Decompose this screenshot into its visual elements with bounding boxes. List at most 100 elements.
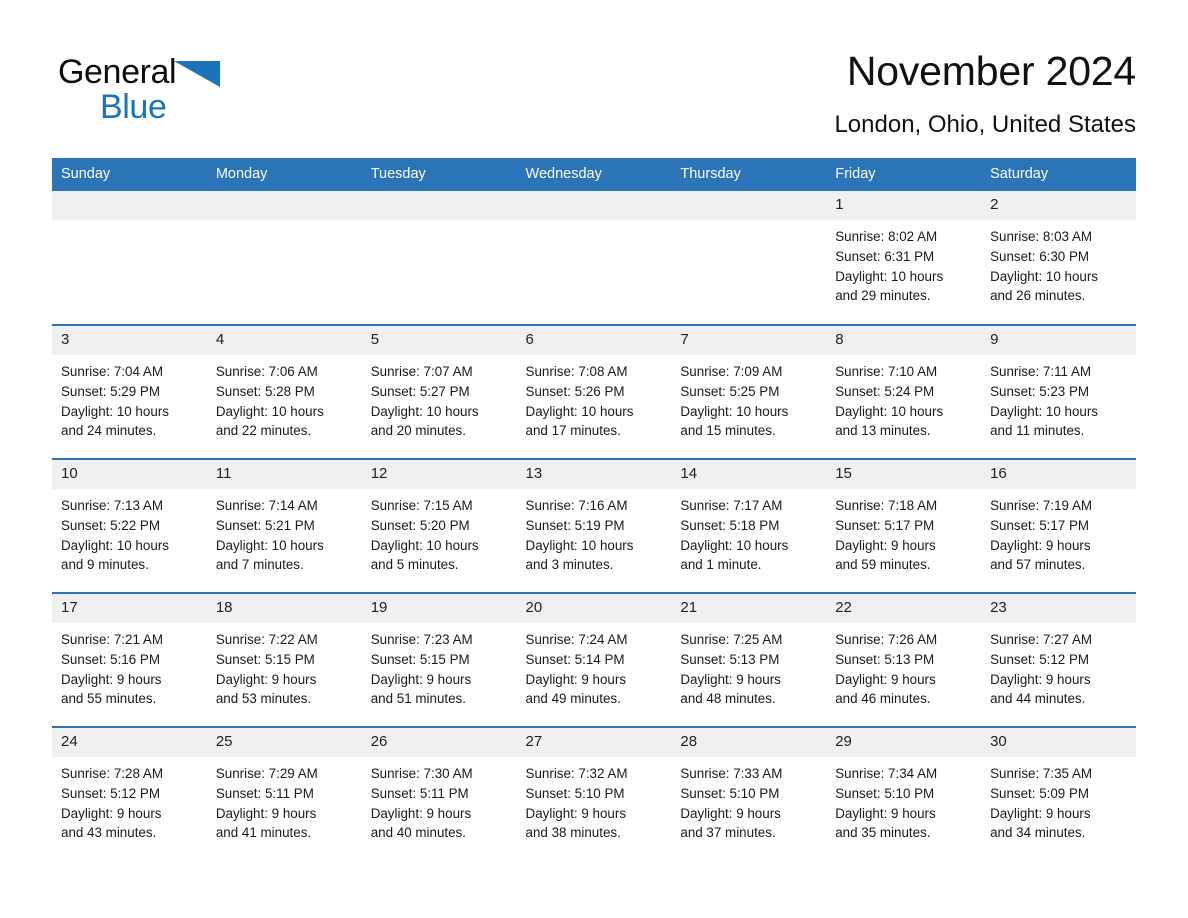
- calendar-day-cell[interactable]: 22 Sunrise: 7:26 AM Sunset: 5:13 PM Dayligh…: [826, 592, 982, 727]
- daylight-text: Daylight: 10 hours: [61, 403, 169, 419]
- day-details: Sunrise: 7:11 AM Sunset: 5:23 PM Daylight:…: [981, 355, 1136, 441]
- calendar-day-cell[interactable]: 15 Sunrise: 7:18 AM Sunset: 5:17 PM Dayligh…: [826, 458, 982, 593]
- day-details: Sunrise: 7:35 AM Sunset: 5:09 PM Daylight:…: [981, 757, 1136, 843]
- calendar-day-cell[interactable]: 6 Sunrise: 7:08 AM Sunset: 5:26 PM Daylight…: [516, 324, 672, 459]
- calendar-day-cell[interactable]: 4 Sunrise: 7:06 AM Sunset: 5:28 PM Daylight…: [206, 324, 362, 459]
- day-details: Sunrise: 7:27 AM Sunset: 5:12 PM Daylight:…: [981, 623, 1136, 709]
- calendar-day-cell[interactable]: 19 Sunrise: 7:23 AM Sunset: 5:15 PM Dayligh…: [361, 592, 517, 727]
- sunset-text: Sunset: 5:28 PM: [215, 383, 315, 399]
- day-number: 23: [981, 594, 1136, 623]
- sunrise-text: Sunrise: 7:30 AM: [370, 766, 473, 781]
- sunset-text: Sunset: 5:12 PM: [990, 651, 1090, 667]
- calendar-day-cell[interactable]: 8 Sunrise: 7:10 AM Sunset: 5:24 PM Daylight…: [826, 324, 982, 459]
- calendar-day-cell[interactable]: 3 Sunrise: 7:04 AM Sunset: 5:29 PM Daylight…: [52, 324, 207, 459]
- calendar-day-cell[interactable]: 20 Sunrise: 7:24 AM Sunset: 5:14 PM Dayligh…: [516, 592, 672, 727]
- calendar-day-cell[interactable]: 5 Sunrise: 7:07 AM Sunset: 5:27 PM Daylight…: [361, 324, 517, 459]
- daylight-text-cont: and 55 minutes.: [61, 691, 157, 707]
- daylight-text-cont: and 5 minutes.: [370, 557, 459, 573]
- day-details: Sunrise: 7:16 AM Sunset: 5:19 PM Daylight:…: [517, 489, 672, 575]
- day-number: 5: [361, 326, 517, 355]
- daylight-text-cont: and 48 minutes.: [680, 691, 776, 707]
- daylight-text-cont: and 7 minutes.: [215, 557, 304, 573]
- calendar-day-cell[interactable]: 25 Sunrise: 7:29 AM Sunset: 5:11 PM Dayligh…: [206, 726, 362, 861]
- page-header: General Blue November 2024 London, Ohio,…: [0, 0, 1188, 158]
- sunrise-text: Sunrise: 7:09 AM: [680, 364, 783, 379]
- sunrise-text: Sunrise: 7:04 AM: [61, 364, 163, 379]
- daylight-text-cont: and 37 minutes.: [680, 825, 776, 841]
- sunset-text: Sunset: 5:23 PM: [990, 383, 1090, 399]
- day-details: Sunrise: 7:33 AM Sunset: 5:10 PM Daylight:…: [671, 757, 826, 843]
- calendar-day-cell[interactable]: 28 Sunrise: 7:33 AM Sunset: 5:10 PM Dayligh…: [671, 726, 827, 861]
- daylight-text: Daylight: 10 hours: [215, 537, 324, 553]
- sunset-text: Sunset: 5:19 PM: [525, 517, 625, 533]
- daylight-text: Daylight: 10 hours: [525, 537, 634, 553]
- sunrise-text: Sunrise: 7:06 AM: [215, 364, 318, 379]
- calendar-day-cell[interactable]: 18 Sunrise: 7:22 AM Sunset: 5:15 PM Dayligh…: [206, 592, 362, 727]
- day-number: 9: [981, 326, 1136, 355]
- sunset-text: Sunset: 5:11 PM: [215, 785, 314, 801]
- daylight-text-cont: and 29 minutes.: [835, 288, 931, 304]
- daylight-text-cont: and 24 minutes.: [61, 423, 157, 439]
- calendar-day-cell[interactable]: 9 Sunrise: 7:11 AM Sunset: 5:23 PM Daylight…: [981, 324, 1136, 459]
- day-number: 8: [826, 326, 982, 355]
- day-details: Sunrise: 7:32 AM Sunset: 5:10 PM Daylight:…: [517, 757, 672, 843]
- daylight-text: Daylight: 9 hours: [370, 671, 472, 687]
- daylight-text: Daylight: 9 hours: [990, 805, 1091, 821]
- daylight-text: Daylight: 9 hours: [215, 671, 317, 687]
- weekday-header-monday: Monday: [206, 158, 362, 191]
- day-number: 16: [981, 460, 1136, 489]
- calendar-day-cell[interactable]: 30 Sunrise: 7:35 AM Sunset: 5:09 PM Dayligh…: [981, 726, 1136, 861]
- calendar-day-cell[interactable]: 29 Sunrise: 7:34 AM Sunset: 5:10 PM Dayligh…: [826, 726, 982, 861]
- calendar-week-row: 10 Sunrise: 7:13 AM Sunset: 5:22 PM Dayligh…: [52, 458, 1136, 593]
- calendar-day-cell[interactable]: 2 Sunrise: 8:03 AM Sunset: 6:30 PM Daylight…: [981, 191, 1136, 325]
- calendar-day-cell[interactable]: 24 Sunrise: 7:28 AM Sunset: 5:12 PM Dayligh…: [52, 726, 207, 861]
- calendar-day-cell[interactable]: 26 Sunrise: 7:30 AM Sunset: 5:11 PM Dayligh…: [361, 726, 517, 861]
- calendar-day-cell[interactable]: 10 Sunrise: 7:13 AM Sunset: 5:22 PM Dayligh…: [52, 458, 207, 593]
- day-details: Sunrise: 7:19 AM Sunset: 5:17 PM Daylight:…: [981, 489, 1136, 575]
- day-details: Sunrise: 7:21 AM Sunset: 5:16 PM Daylight:…: [52, 623, 207, 709]
- sunrise-text: Sunrise: 7:25 AM: [680, 632, 783, 647]
- calendar-day-cell-empty: [516, 191, 672, 325]
- calendar-day-cell[interactable]: 13 Sunrise: 7:16 AM Sunset: 5:19 PM Dayligh…: [516, 458, 672, 593]
- daylight-text: Daylight: 10 hours: [680, 537, 789, 553]
- sunset-text: Sunset: 5:26 PM: [525, 383, 625, 399]
- daylight-text: Daylight: 9 hours: [525, 805, 627, 821]
- daylight-text: Daylight: 9 hours: [835, 671, 936, 687]
- sunset-text: Sunset: 5:10 PM: [525, 785, 625, 801]
- calendar-container: Sunday Monday Tuesday Wednesday Thursday…: [52, 158, 1136, 861]
- day-details: Sunrise: 7:07 AM Sunset: 5:27 PM Daylight:…: [362, 355, 517, 441]
- day-details: Sunrise: 7:09 AM Sunset: 5:25 PM Daylight:…: [671, 355, 826, 441]
- calendar-day-cell[interactable]: 17 Sunrise: 7:21 AM Sunset: 5:16 PM Dayligh…: [52, 592, 207, 727]
- sunrise-text: Sunrise: 7:14 AM: [215, 498, 318, 513]
- calendar-day-cell[interactable]: 27 Sunrise: 7:32 AM Sunset: 5:10 PM Dayligh…: [516, 726, 672, 861]
- daylight-text: Daylight: 9 hours: [215, 805, 317, 821]
- calendar-day-cell[interactable]: 12 Sunrise: 7:15 AM Sunset: 5:20 PM Dayligh…: [361, 458, 517, 593]
- daylight-text: Daylight: 9 hours: [61, 671, 162, 687]
- daylight-text: Daylight: 10 hours: [835, 403, 944, 419]
- day-number: 27: [516, 728, 672, 757]
- brand-logo[interactable]: General Blue: [58, 44, 238, 124]
- daylight-text-cont: and 11 minutes.: [990, 423, 1085, 439]
- sunset-text: Sunset: 5:20 PM: [370, 517, 470, 533]
- day-details: Sunrise: 7:24 AM Sunset: 5:14 PM Daylight:…: [517, 623, 672, 709]
- daylight-text: Daylight: 10 hours: [835, 268, 944, 284]
- day-number: 3: [52, 326, 207, 355]
- calendar-day-cell[interactable]: 11 Sunrise: 7:14 AM Sunset: 5:21 PM Dayligh…: [206, 458, 362, 593]
- sunset-text: Sunset: 5:22 PM: [61, 517, 160, 533]
- daylight-text: Daylight: 9 hours: [680, 671, 781, 687]
- calendar-day-cell[interactable]: 14 Sunrise: 7:17 AM Sunset: 5:18 PM Dayligh…: [671, 458, 827, 593]
- day-number: [361, 191, 517, 220]
- calendar-day-cell[interactable]: 16 Sunrise: 7:19 AM Sunset: 5:17 PM Dayligh…: [981, 458, 1136, 593]
- calendar-day-cell[interactable]: 7 Sunrise: 7:09 AM Sunset: 5:25 PM Daylight…: [671, 324, 827, 459]
- sunrise-text: Sunrise: 7:18 AM: [835, 498, 938, 513]
- weekday-header-tuesday: Tuesday: [361, 158, 517, 191]
- sunset-text: Sunset: 5:24 PM: [835, 383, 935, 399]
- calendar-day-cell[interactable]: 23 Sunrise: 7:27 AM Sunset: 5:12 PM Dayligh…: [981, 592, 1136, 727]
- sunset-text: Sunset: 5:17 PM: [835, 517, 935, 533]
- daylight-text: Daylight: 10 hours: [680, 403, 789, 419]
- day-number: 2: [981, 191, 1136, 220]
- calendar-day-cell[interactable]: 1 Sunrise: 8:02 AM Sunset: 6:31 PM Daylight…: [826, 191, 982, 325]
- weekday-header-wednesday: Wednesday: [516, 158, 672, 191]
- day-number: 26: [361, 728, 517, 757]
- calendar-day-cell[interactable]: 21 Sunrise: 7:25 AM Sunset: 5:13 PM Dayligh…: [671, 592, 827, 727]
